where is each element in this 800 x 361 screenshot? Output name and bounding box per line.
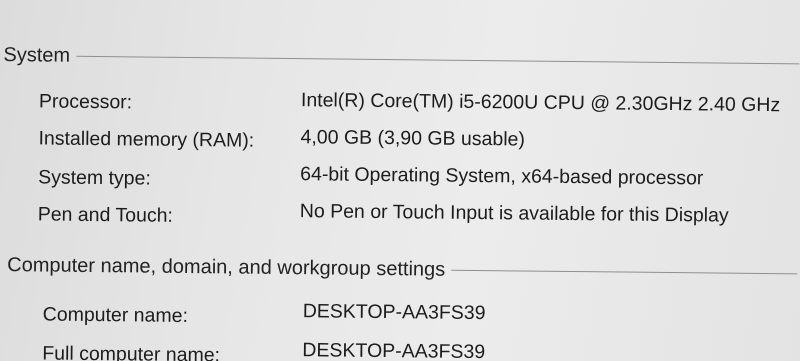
system-properties-panel: System Processor: Intel(R) Core(TM) i5-6… [0,0,800,361]
full-computer-name-label: Full computer name: [42,342,221,361]
computer-section-header: Computer name, domain, and workgroup set… [7,254,798,285]
system-section-header: System [3,44,800,75]
pen-touch-label: Pen and Touch: [37,203,174,227]
system-section-title: System [3,44,71,67]
section-divider [76,55,800,65]
memory-label: Installed memory (RAM): [38,127,255,152]
computer-name-value: DESKTOP-AA3FS39 [302,300,486,325]
processor-label: Processor: [38,90,133,114]
memory-value: 4,00 GB (3,90 GB usable) [300,126,526,151]
computer-name-label: Computer name: [42,303,189,327]
processor-value: Intel(R) Core(TM) i5-6200U CPU @ 2.30GHz… [300,89,781,117]
pen-touch-value: No Pen or Touch Input is available for t… [299,200,729,227]
system-type-label: System type: [38,166,151,190]
full-computer-name-value: DESKTOP-AA3FS39 [302,339,486,361]
system-type-value: 64-bit Operating System, x64-based proce… [300,163,704,190]
section-divider [451,269,798,275]
computer-section-title: Computer name, domain, and workgroup set… [7,254,446,281]
